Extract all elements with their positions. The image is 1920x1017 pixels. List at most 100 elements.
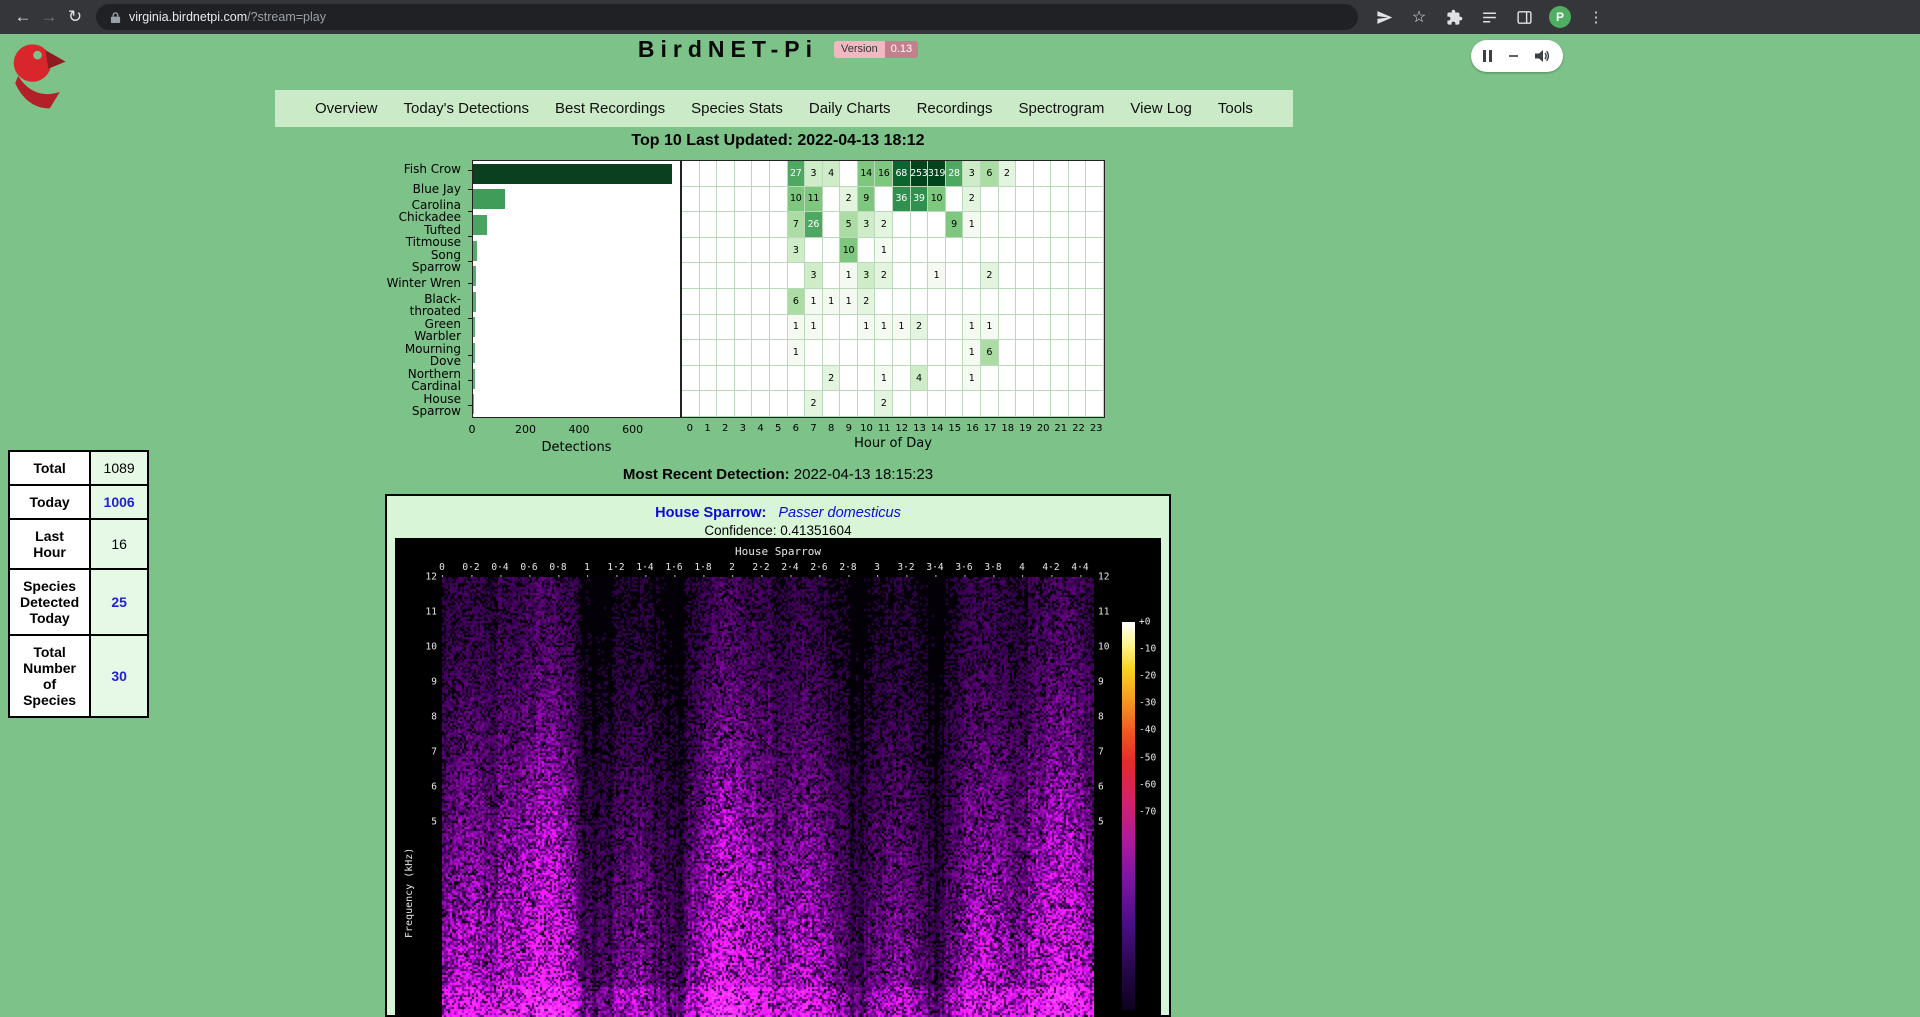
heatmap-cell: 1: [963, 366, 981, 392]
heatmap-cell: [700, 289, 718, 315]
detections-bar: [473, 189, 505, 209]
species-label: Blue Jay: [385, 179, 468, 198]
species-common-name-link[interactable]: House Sparrow:: [655, 505, 766, 521]
heatmap-cell: [735, 289, 753, 315]
summary-value[interactable]: 1006: [90, 485, 148, 519]
spectrogram-ylabel: Frequency (kHz): [404, 678, 415, 938]
heatmap-cell: 1: [963, 340, 981, 366]
heatmap-cell: [682, 391, 700, 417]
heatmap-cell: [893, 340, 911, 366]
nav-item-species-stats[interactable]: Species Stats: [691, 100, 783, 117]
heatmap-cell: 3: [805, 263, 823, 289]
heatmap-cell: [717, 289, 735, 315]
species-scientific-name-link[interactable]: Passer domesticus: [778, 505, 901, 521]
heatmap-cell: [700, 391, 718, 417]
heatmap-cell: [928, 315, 946, 341]
heatmap-cell: [1034, 263, 1052, 289]
spec-freq-tick-left: 8: [417, 712, 437, 723]
browser-back-icon[interactable]: ←: [10, 4, 36, 30]
browser-forward-icon[interactable]: →: [36, 4, 62, 30]
colorbar-tick: -20: [1139, 671, 1156, 682]
spec-time-tick: 2·2: [752, 562, 769, 573]
heatmap-cell: [1016, 238, 1034, 264]
spec-time-tick: 2: [729, 562, 735, 573]
heatmap-cell: [946, 391, 964, 417]
heatmap-cell: [682, 340, 700, 366]
bookmark-star-icon[interactable]: ☆: [1409, 7, 1429, 27]
birdnetpi-logo: [8, 40, 80, 112]
nav-item-tools[interactable]: Tools: [1218, 100, 1253, 117]
nav-item-best-recordings[interactable]: Best Recordings: [555, 100, 665, 117]
heatmap-cell: [1016, 366, 1034, 392]
heatmap-cell: [893, 289, 911, 315]
hourly-heatmap: 2734141668253319283621011293639102726532…: [681, 160, 1105, 418]
detections-bar: [473, 394, 474, 414]
heatmap-cell: [717, 263, 735, 289]
nav-item-overview[interactable]: Overview: [315, 100, 378, 117]
send-icon[interactable]: [1374, 7, 1394, 27]
heatmap-cell: [752, 187, 770, 213]
heatmap-cell: 10: [840, 238, 858, 264]
most-recent-label: Most Recent Detection:: [623, 466, 790, 483]
nav-item-view-log[interactable]: View Log: [1130, 100, 1191, 117]
heatmap-cell: [928, 340, 946, 366]
spec-time-tick: 0: [439, 562, 445, 573]
browser-menu-icon[interactable]: ⋮: [1586, 7, 1606, 27]
version-value: 0.13: [885, 41, 918, 58]
heatmap-cell: [1069, 315, 1087, 341]
bar-row: [473, 315, 680, 341]
volume-icon[interactable]: [1535, 49, 1551, 63]
hour-tick-label: 0: [687, 423, 693, 434]
heatmap-cell: [1051, 340, 1069, 366]
extensions-puzzle-icon[interactable]: [1444, 7, 1464, 27]
species-label: Carolina Chickadee: [385, 199, 468, 224]
heatmap-cell: [752, 315, 770, 341]
browser-reload-icon[interactable]: ↻: [62, 4, 88, 30]
heatmap-cell: [946, 289, 964, 315]
nav-item-daily-charts[interactable]: Daily Charts: [809, 100, 891, 117]
heatmap-cell: [840, 366, 858, 392]
spec-time-tick: 1·4: [636, 562, 653, 573]
audio-player[interactable]: [1471, 40, 1563, 72]
hour-axis-label: Hour of Day: [681, 436, 1105, 451]
summary-value[interactable]: 30: [90, 635, 148, 717]
heatmap-cell: [682, 366, 700, 392]
heatmap-cell: 2: [858, 289, 876, 315]
heatmap-cell: [735, 340, 753, 366]
heatmap-cell: [700, 161, 718, 187]
nav-item-spectrogram[interactable]: Spectrogram: [1018, 100, 1104, 117]
heatmap-cell: [717, 315, 735, 341]
nav-item-today-s-detections[interactable]: Today's Detections: [404, 100, 529, 117]
heatmap-cell: [1086, 187, 1104, 213]
detection-title: House Sparrow: Passer domesticus: [387, 505, 1169, 521]
spec-freq-tick-right: 9: [1098, 677, 1120, 688]
heatmap-cell: [700, 340, 718, 366]
heatmap-cell: [735, 187, 753, 213]
heatmap-cell: [946, 238, 964, 264]
summary-value[interactable]: 25: [90, 569, 148, 635]
heatmap-cell: [1016, 161, 1034, 187]
confidence-value: 0.41351604: [780, 523, 851, 538]
pause-icon[interactable]: [1483, 50, 1492, 62]
heatmap-cell: [700, 212, 718, 238]
summary-value: 16: [90, 519, 148, 569]
spec-freq-tick-left: 5: [417, 817, 437, 828]
heatmap-cell: 1: [805, 289, 823, 315]
side-panel-icon[interactable]: [1514, 7, 1534, 27]
bar-row: [473, 161, 680, 187]
heatmap-cell: [963, 391, 981, 417]
bar-xtick-label: 0: [469, 423, 476, 436]
address-bar[interactable]: virginia.birdnetpi.com/?stream=play: [96, 4, 1358, 30]
heatmap-cell: [911, 289, 929, 315]
heatmap-cell: [823, 391, 841, 417]
spec-time-tick: 2·6: [810, 562, 827, 573]
summary-row: Species Detected Today25: [9, 569, 148, 635]
reading-list-icon[interactable]: [1479, 7, 1499, 27]
heatmap-cell: [1034, 238, 1052, 264]
bar-row: [473, 340, 680, 366]
nav-item-recordings[interactable]: Recordings: [917, 100, 993, 117]
heatmap-cell: 6: [788, 289, 806, 315]
profile-avatar[interactable]: P: [1549, 6, 1571, 28]
most-recent-detection: Most Recent Detection: 2022-04-13 18:15:…: [385, 466, 1171, 483]
heatmap-cell: 1: [788, 340, 806, 366]
